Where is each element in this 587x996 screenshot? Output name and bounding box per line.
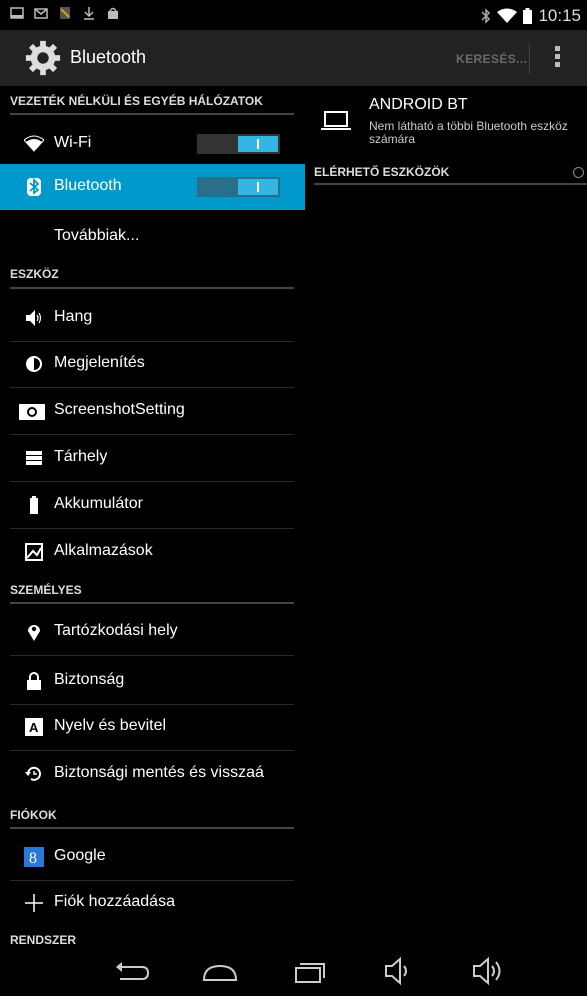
settings-item-label: ScreenshotSetting <box>54 401 185 418</box>
settings-item-label: Fiók hozzáadása <box>54 893 175 910</box>
settings-item-label: Tárhely <box>54 448 108 465</box>
settings-item-sound[interactable]: Hang <box>0 295 305 341</box>
settings-item-language[interactable]: A Nyelv és bevitel <box>0 704 305 750</box>
settings-list: VEZETÉK NÉLKÜLI ÉS EGYÉB HÁLÓZATOK Wi-Fi… <box>0 86 305 947</box>
apps-icon <box>25 543 43 561</box>
bluetooth-toggle[interactable] <box>197 177 280 197</box>
notification-icon <box>10 7 24 19</box>
storage-icon <box>26 451 42 465</box>
settings-item-label: Akkumulátor <box>54 495 143 512</box>
settings-item-label: Google <box>54 847 106 864</box>
app-icon <box>60 7 70 19</box>
section-divider <box>10 113 294 115</box>
settings-item-apps[interactable]: Alkalmazások <box>0 529 305 575</box>
settings-item-label: Alkalmazások <box>54 542 153 559</box>
keyboard-a-icon: A <box>25 718 43 736</box>
volume-up-icon[interactable] <box>468 954 508 988</box>
google-icon: 8 <box>24 847 44 867</box>
settings-item-security[interactable]: Biztonság <box>0 658 305 704</box>
section-header-system: RENDSZER <box>10 933 77 947</box>
section-divider <box>10 827 294 829</box>
settings-item-label: Hang <box>54 308 93 325</box>
settings-item-label: Nyelv és bevitel <box>54 717 167 734</box>
backup-restore-icon <box>25 766 41 781</box>
svg-text:8: 8 <box>29 850 37 867</box>
battery-icon <box>30 496 38 514</box>
download-icon <box>84 7 94 20</box>
action-bar-divider <box>529 44 530 74</box>
plus-icon <box>25 894 43 912</box>
section-divider <box>10 602 294 604</box>
recents-icon[interactable] <box>290 954 330 988</box>
device-name[interactable]: ANDROID BT <box>369 96 468 114</box>
settings-item-battery[interactable]: Akkumulátor <box>0 482 305 528</box>
navigation-bar <box>0 946 587 996</box>
settings-item-google[interactable]: 8 Google <box>0 834 305 880</box>
settings-item-location[interactable]: Tartózkodási hely <box>0 609 305 655</box>
settings-item-more[interactable]: Továbbiak... <box>0 214 305 260</box>
settings-item-label: Biztonság <box>54 671 125 688</box>
brightness-icon <box>26 356 42 372</box>
device-visibility-status: Nem látható a többi Bluetooth eszköz szá… <box>369 119 568 146</box>
back-icon[interactable] <box>112 954 152 988</box>
section-divider <box>314 183 587 185</box>
settings-item-label: Wi-Fi <box>54 134 92 151</box>
page-title: Bluetooth <box>70 47 147 67</box>
section-header-accounts: FIÓKOK <box>10 808 57 822</box>
bluetooth-detail-pane: ANDROID BT Nem látható a többi Bluetooth… <box>305 86 587 946</box>
battery-icon <box>523 8 533 24</box>
settings-item-label: Továbbiak... <box>54 227 140 244</box>
bag-icon <box>108 7 118 19</box>
mail-icon <box>34 8 48 19</box>
section-header-wireless: VEZETÉK NÉLKÜLI ÉS EGYÉB HÁLÓZATOK <box>10 94 263 108</box>
section-header-device: ESZKÖZ <box>10 267 59 281</box>
search-button[interactable]: KERESÉS... <box>456 52 527 66</box>
location-pin-icon <box>28 625 40 641</box>
bluetooth-icon <box>27 177 41 196</box>
settings-item-label: Tartózkodási hely <box>54 622 178 639</box>
settings-item-add-account[interactable]: Fiók hozzáadása <box>0 880 305 926</box>
status-bar: 10:15 <box>0 0 587 30</box>
wifi-icon <box>497 8 518 23</box>
svg-text:A: A <box>29 720 39 735</box>
settings-item-display[interactable]: Megjelenítés <box>0 341 305 387</box>
section-header-personal: SZEMÉLYES <box>10 583 82 597</box>
settings-item-backup[interactable]: Biztonsági mentés és visszaá <box>0 751 305 797</box>
home-icon[interactable] <box>200 954 240 988</box>
settings-item-storage[interactable]: Tárhely <box>0 435 305 481</box>
camera-icon <box>19 404 45 420</box>
action-bar: Bluetooth KERESÉS... <box>0 30 587 86</box>
settings-item-label: Megjelenítés <box>54 354 145 371</box>
status-right: 10:15 <box>481 6 581 26</box>
overflow-menu-icon[interactable] <box>555 46 561 70</box>
wifi-toggle[interactable] <box>197 134 280 154</box>
settings-item-screenshot[interactable]: ScreenshotSetting <box>0 388 305 434</box>
scanning-spinner-icon <box>573 167 584 178</box>
bluetooth-icon <box>481 8 491 24</box>
settings-gear-icon[interactable] <box>24 39 62 77</box>
status-time: 10:15 <box>538 6 581 25</box>
volume-down-icon[interactable] <box>380 954 420 988</box>
settings-item-label: Bluetooth <box>54 177 122 194</box>
item-divider <box>10 655 294 656</box>
status-notifications <box>10 6 120 20</box>
lock-icon <box>27 672 41 690</box>
laptop-icon <box>321 111 351 130</box>
settings-item-bluetooth[interactable]: Bluetooth <box>0 164 305 210</box>
speaker-icon <box>26 310 42 326</box>
settings-item-wifi[interactable]: Wi-Fi <box>0 121 305 167</box>
section-divider <box>10 287 294 289</box>
available-devices-header: ELÉRHETŐ ESZKÖZÖK <box>314 165 450 179</box>
settings-item-label: Biztonsági mentés és visszaá <box>54 764 264 781</box>
wifi-icon <box>24 135 44 152</box>
